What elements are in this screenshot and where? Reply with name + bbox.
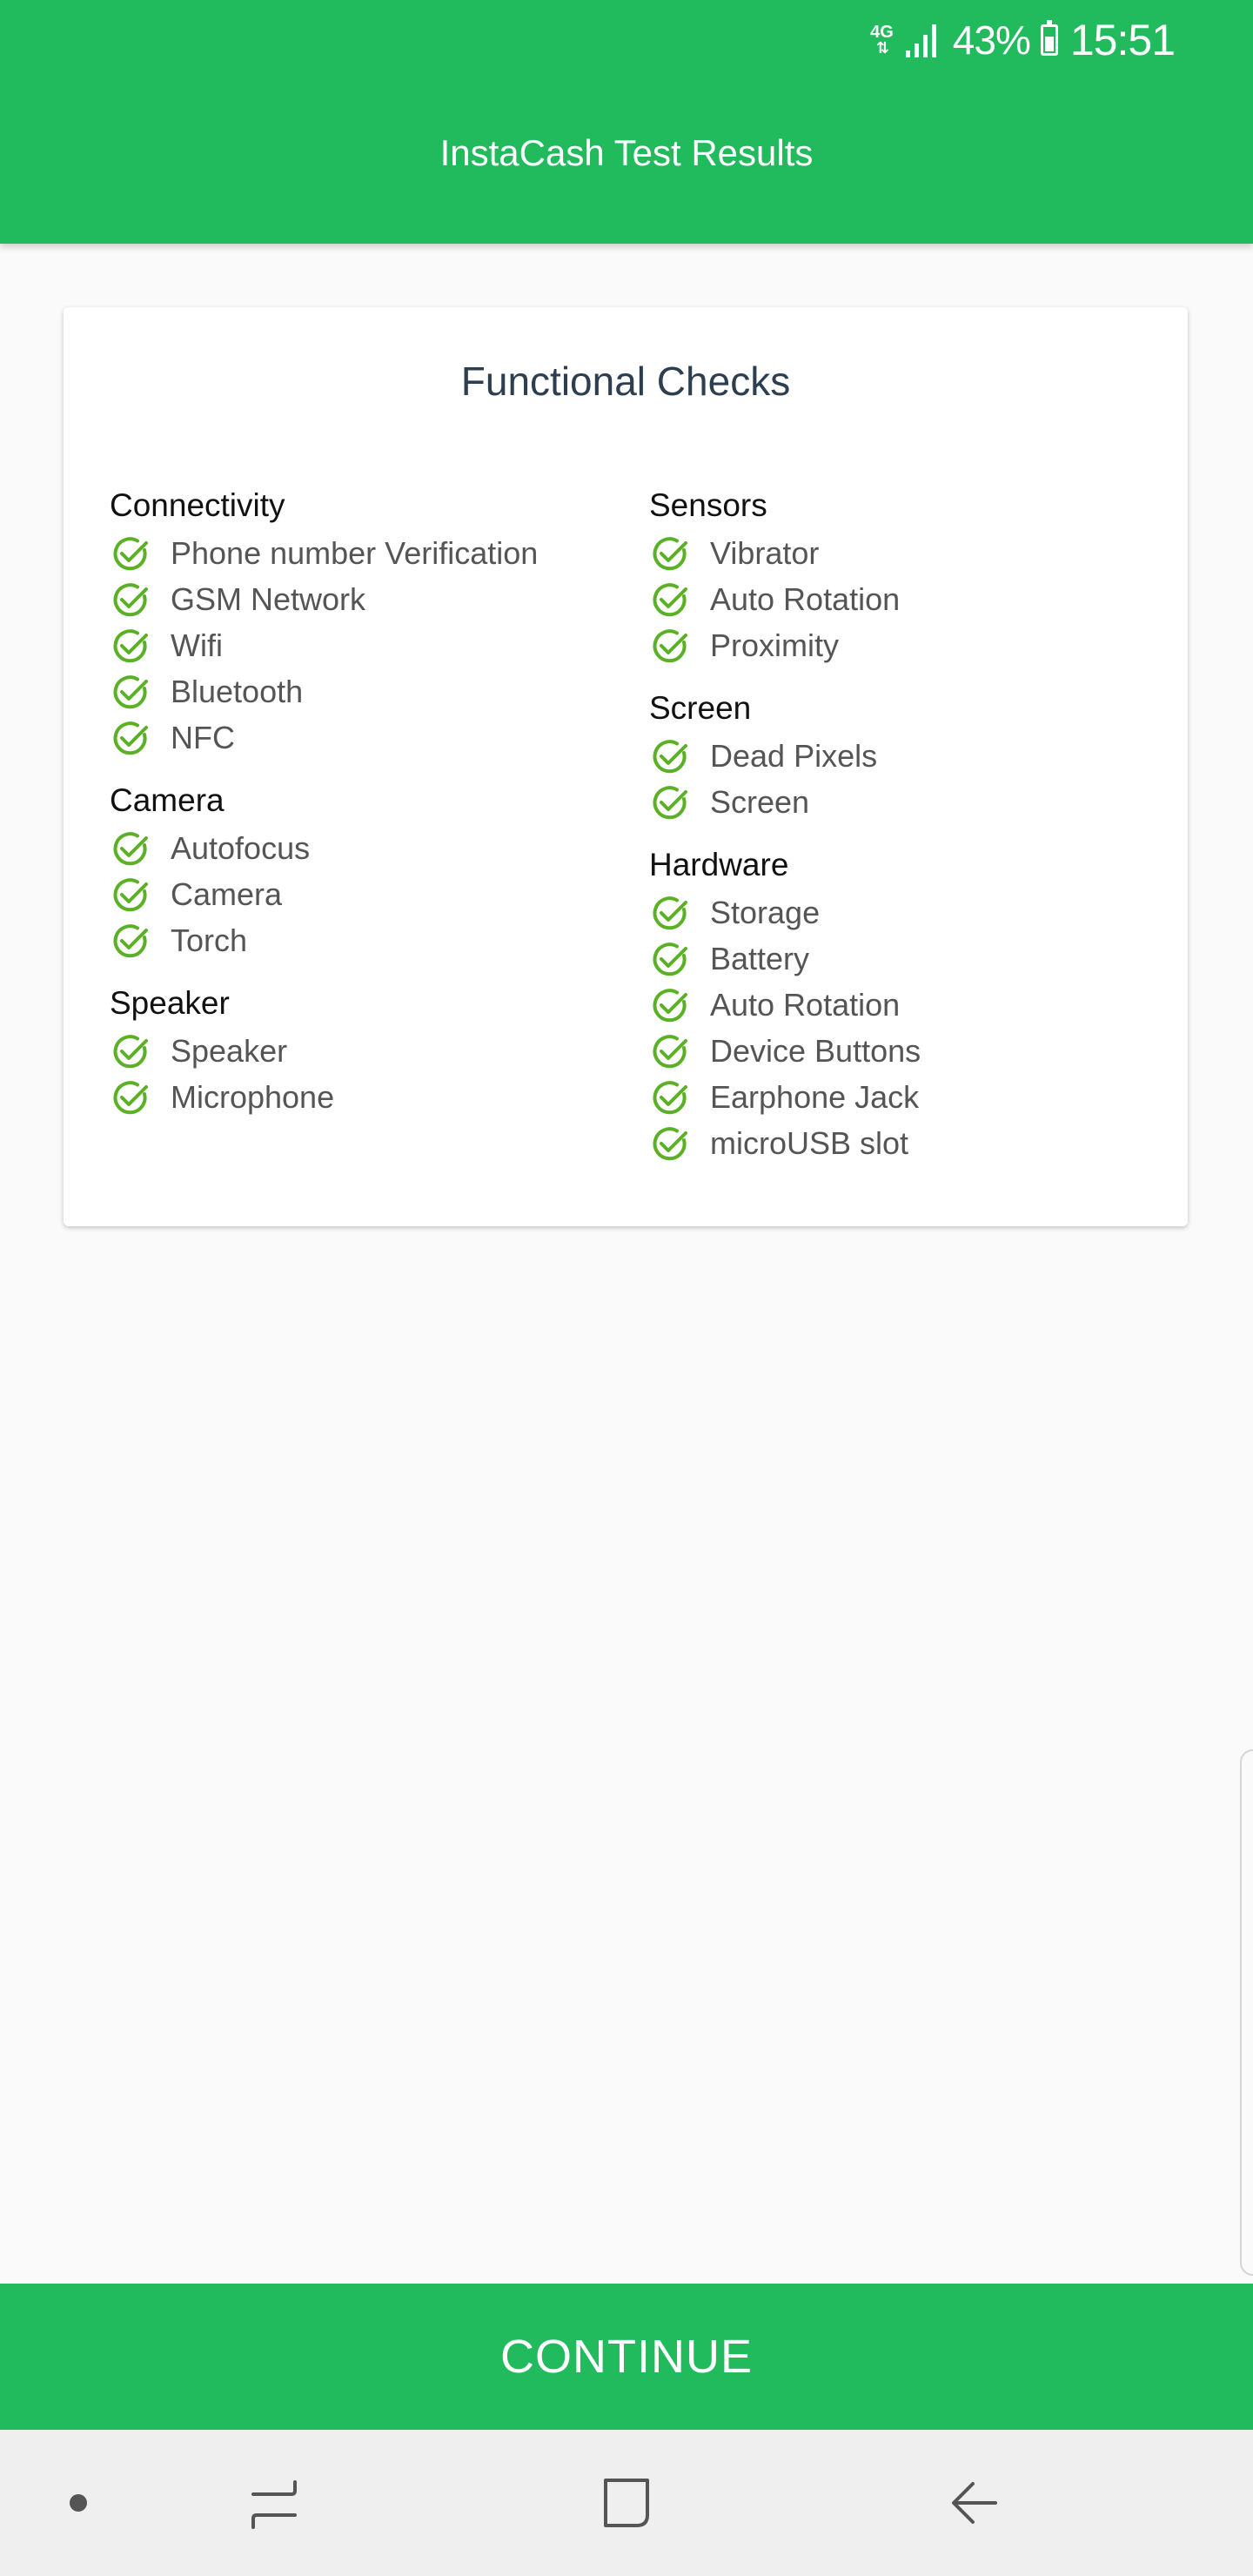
check-section: Speaker Speaker Microphone xyxy=(110,979,632,1120)
check-item: GSM Network xyxy=(110,576,632,622)
check-circle-icon xyxy=(649,533,710,574)
check-item-label: Auto Rotation xyxy=(710,580,901,617)
check-item-label: Proximity xyxy=(710,627,840,663)
check-item-label: Wifi xyxy=(171,627,223,663)
check-circle-icon xyxy=(110,1077,171,1118)
check-item: Bluetooth xyxy=(110,668,632,714)
check-item: Dead Pixels xyxy=(649,733,1171,779)
check-item-label: Microphone xyxy=(171,1078,335,1115)
check-circle-icon xyxy=(649,1077,710,1118)
check-item-label: Storage xyxy=(710,894,821,930)
battery-percentage: 43% xyxy=(952,17,1031,63)
check-circle-icon xyxy=(110,920,171,962)
check-circle-icon xyxy=(110,874,171,916)
check-item-label: Battery xyxy=(710,940,810,976)
check-circle-icon xyxy=(649,938,710,980)
check-item-label: microUSB slot xyxy=(710,1124,909,1161)
clock: 15:51 xyxy=(1069,16,1176,64)
battery-icon xyxy=(1040,20,1058,56)
check-circle-icon xyxy=(110,533,171,574)
check-item-label: Screen xyxy=(710,783,810,820)
check-item: Battery xyxy=(649,936,1171,982)
check-item: Speaker xyxy=(110,1028,632,1074)
right-column: Sensors Vibrator Auto Rotation Proximity Scr… xyxy=(649,481,1171,1182)
check-item: Storage xyxy=(649,889,1171,936)
page-title: InstaCash Test Results xyxy=(439,132,814,173)
data-arrows-icon: ⇅ xyxy=(875,39,889,57)
nav-dot-icon[interactable] xyxy=(52,2430,104,2576)
check-section: Connectivity Phone number Verification GSM… xyxy=(110,481,632,761)
check-item-label: Camera xyxy=(171,875,283,912)
signal-icon xyxy=(905,23,941,57)
continue-button[interactable]: CONTINUE xyxy=(0,2284,1253,2430)
check-item: Screen xyxy=(649,779,1171,825)
check-item: Autofocus xyxy=(110,825,632,871)
check-item-label: Bluetooth xyxy=(171,673,304,709)
check-item: Auto Rotation xyxy=(649,982,1171,1028)
check-circle-icon xyxy=(649,579,710,621)
check-circle-icon xyxy=(110,828,171,869)
check-circle-icon xyxy=(649,782,710,823)
check-item: microUSB slot xyxy=(649,1120,1171,1166)
section-title: Camera xyxy=(110,782,224,818)
recent-apps-icon[interactable] xyxy=(235,2430,313,2576)
check-circle-icon xyxy=(110,1030,171,1072)
check-circle-icon xyxy=(649,625,710,667)
network-indicator: 4G ⇅ xyxy=(870,23,894,57)
section-title: Connectivity xyxy=(110,487,285,523)
check-item-label: Torch xyxy=(171,922,248,958)
check-section: Sensors Vibrator Auto Rotation Proximity xyxy=(649,481,1171,668)
network-type: 4G xyxy=(870,23,894,42)
check-circle-icon xyxy=(110,625,171,667)
check-circle-icon xyxy=(649,984,710,1026)
check-item: Proximity xyxy=(649,622,1171,668)
check-item: Torch xyxy=(110,917,632,963)
section-title: Speaker xyxy=(110,985,230,1021)
check-circle-icon xyxy=(649,892,710,934)
check-item: Vibrator xyxy=(649,530,1171,576)
check-item: Microphone xyxy=(110,1074,632,1120)
check-item-label: Phone number Verification xyxy=(171,534,539,571)
check-circle-icon xyxy=(110,671,171,713)
section-title: Sensors xyxy=(649,487,767,523)
status-bar: 4G ⇅ 43% 15:51 xyxy=(870,12,1176,68)
check-section: Hardware Storage Battery Auto Rotation Devic… xyxy=(649,841,1171,1166)
check-item: NFC xyxy=(110,714,632,761)
check-item-label: Device Buttons xyxy=(710,1032,921,1069)
check-section: Screen Dead Pixels Screen xyxy=(649,684,1171,825)
app-header: 4G ⇅ 43% 15:51 InstaCash Test Results xyxy=(0,0,1253,244)
check-circle-icon xyxy=(110,717,171,759)
check-circle-icon xyxy=(649,1123,710,1164)
functional-checks-card: Functional Checks Connectivity Phone numb… xyxy=(64,307,1188,1226)
check-circle-icon xyxy=(110,579,171,621)
back-icon[interactable] xyxy=(935,2430,1014,2576)
check-item: Phone number Verification xyxy=(110,530,632,576)
check-circle-icon xyxy=(649,1030,710,1072)
check-item-label: Dead Pixels xyxy=(710,737,878,774)
check-item-label: Earphone Jack xyxy=(710,1078,920,1115)
check-item-label: GSM Network xyxy=(171,580,366,617)
check-item-label: Auto Rotation xyxy=(710,986,901,1023)
section-title: Screen xyxy=(649,690,752,726)
check-item: Earphone Jack xyxy=(649,1074,1171,1120)
card-title: Functional Checks xyxy=(460,359,791,404)
home-icon[interactable] xyxy=(587,2430,666,2576)
check-item-label: Autofocus xyxy=(171,829,311,866)
check-item: Device Buttons xyxy=(649,1028,1171,1074)
check-item-label: NFC xyxy=(171,719,235,755)
check-item: Wifi xyxy=(110,622,632,668)
section-title: Hardware xyxy=(649,847,789,882)
navigation-bar xyxy=(0,2430,1253,2576)
check-item: Camera xyxy=(110,871,632,917)
check-item: Auto Rotation xyxy=(649,576,1171,622)
check-circle-icon xyxy=(649,735,710,777)
scroll-handle[interactable] xyxy=(1240,1749,1253,2276)
check-item-label: Vibrator xyxy=(710,534,820,571)
left-column: Connectivity Phone number Verification GSM… xyxy=(110,481,632,1136)
check-item-label: Speaker xyxy=(171,1032,288,1069)
check-section: Camera Autofocus Camera Torch xyxy=(110,776,632,963)
